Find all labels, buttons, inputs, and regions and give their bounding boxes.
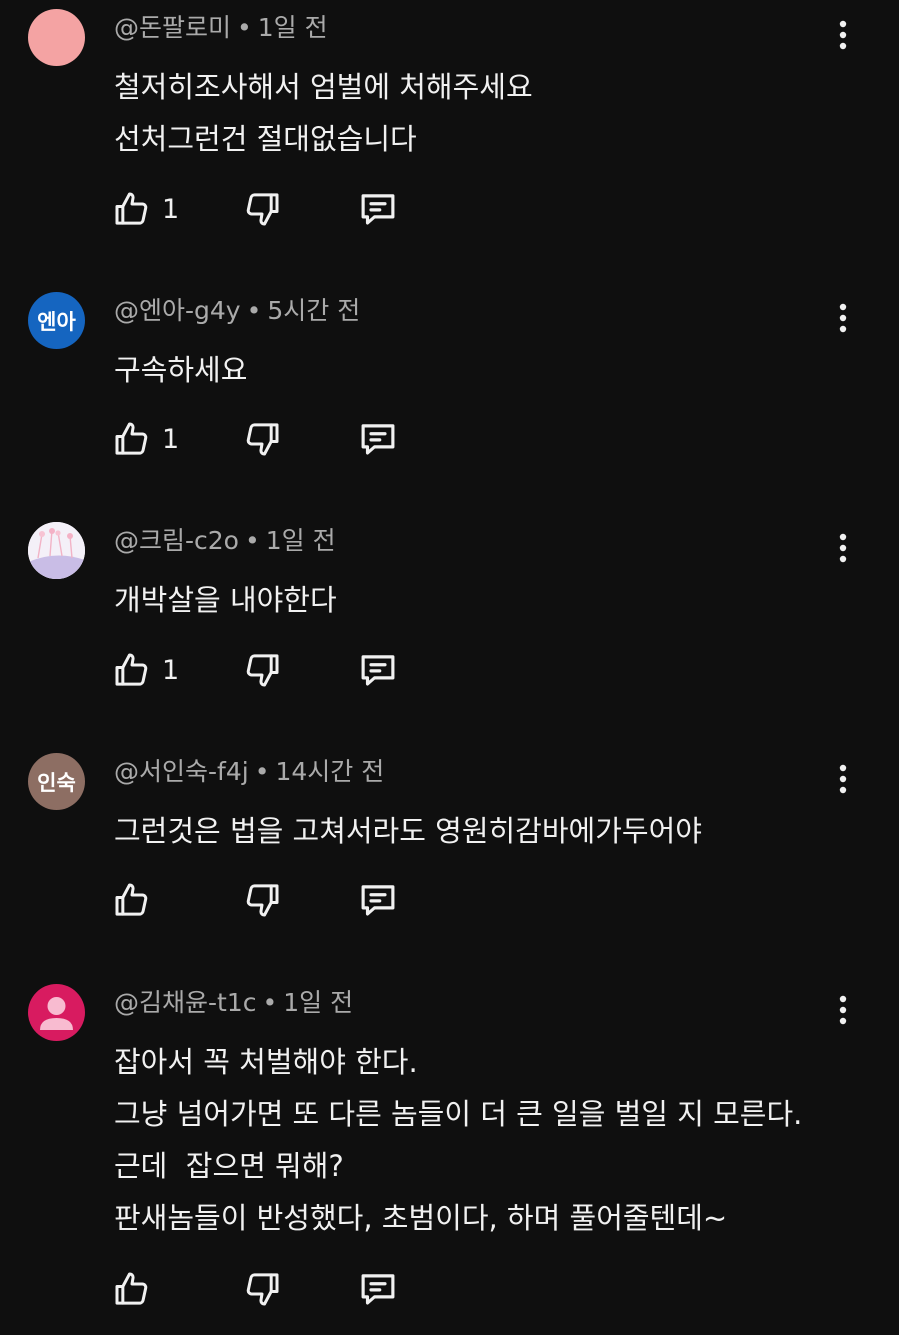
more-vertical-icon[interactable] [828, 13, 858, 57]
comment-line: 근데 잡으면 뭐해? [114, 1149, 344, 1183]
comment-line: 개박살을 내야한다 [114, 583, 337, 617]
comment-actions: 1 [112, 417, 432, 461]
meta-separator: • [237, 13, 252, 42]
thumbs-up-icon [112, 189, 152, 229]
meta-separator: • [244, 526, 260, 555]
like-count: 1 [162, 654, 180, 686]
comment-actions: 1 [112, 648, 432, 692]
like-count: 1 [162, 193, 180, 225]
dislike-button[interactable] [242, 1267, 282, 1311]
comment-author[interactable]: @서인숙-f4j [114, 757, 249, 786]
dislike-button[interactable] [242, 187, 282, 231]
comment-text: 철저히조사해서 엄벌에 처해주세요 선처그런건 절대없습니다 [114, 61, 533, 165]
more-vertical-icon[interactable] [828, 526, 858, 570]
comment-line: 그런것은 법을 고쳐서라도 영원히감바에가두어야 [114, 814, 702, 848]
reply-icon [357, 188, 399, 230]
reply-button[interactable] [357, 187, 399, 231]
comment-author[interactable]: @돈팔로미 [114, 13, 231, 42]
more-vertical-icon[interactable] [828, 988, 858, 1032]
comment-author[interactable]: @크림-c2o [114, 526, 239, 555]
reply-button[interactable] [357, 1267, 399, 1311]
comment-meta: @크림-c2o • 1일 전 [114, 524, 336, 558]
reply-icon [357, 879, 399, 921]
avatar[interactable] [28, 522, 85, 579]
avatar-initials: 인숙 [37, 770, 76, 795]
dislike-button[interactable] [242, 417, 282, 461]
meta-separator: • [262, 988, 278, 1017]
comment-meta: @돈팔로미 • 1일 전 [114, 11, 328, 45]
comment-line: 잡아서 꼭 처벌해야 한다. [114, 1045, 418, 1079]
reply-button[interactable] [357, 878, 399, 922]
comment-actions [112, 1267, 432, 1311]
comment-time[interactable]: 1일 전 [258, 13, 328, 42]
thumbs-up-icon [112, 880, 152, 920]
reply-icon [357, 649, 399, 691]
comment-meta: @서인숙-f4j • 14시간 전 [114, 755, 384, 789]
comment-line: 선처그런건 절대없습니다 [114, 122, 417, 156]
comment-text: 잡아서 꼭 처벌해야 한다. 그냥 넘어가면 또 다른 놈들이 더 큰 일을 벌… [114, 1036, 802, 1244]
comment-time[interactable]: 14시간 전 [275, 757, 384, 786]
like-button[interactable]: 1 [112, 648, 179, 692]
dislike-button[interactable] [242, 878, 282, 922]
comment-actions: 1 [112, 187, 432, 231]
thumbs-down-icon [242, 880, 282, 920]
thumbs-down-icon [242, 189, 282, 229]
thumbs-up-icon [112, 1269, 152, 1309]
comment-author[interactable]: @엔아-g4y [114, 296, 241, 325]
comment-text: 구속하세요 [114, 344, 247, 396]
thumbs-down-icon [242, 1269, 282, 1309]
more-vertical-icon[interactable] [828, 757, 858, 801]
comment-author[interactable]: @김채윤-t1c [114, 988, 256, 1017]
avatar[interactable] [28, 9, 85, 66]
comment-actions [112, 878, 432, 922]
like-button[interactable]: 1 [112, 417, 179, 461]
like-count: 1 [162, 423, 180, 455]
comment-time[interactable]: 1일 전 [283, 988, 353, 1017]
reply-button[interactable] [357, 417, 399, 461]
thumbs-up-icon [112, 419, 152, 459]
meta-separator: • [254, 757, 270, 786]
comment-meta: @엔아-g4y • 5시간 전 [114, 294, 360, 328]
avatar[interactable] [28, 984, 85, 1041]
comment-meta: @김채윤-t1c • 1일 전 [114, 986, 353, 1020]
avatar-image [28, 522, 85, 579]
like-button[interactable] [112, 1267, 162, 1311]
like-button[interactable]: 1 [112, 187, 179, 231]
like-button[interactable] [112, 878, 162, 922]
comment-line: 구속하세요 [114, 353, 248, 387]
comment-time[interactable]: 5시간 전 [267, 296, 360, 325]
thumbs-down-icon [242, 419, 282, 459]
more-vertical-icon[interactable] [828, 296, 858, 340]
reply-icon [357, 1268, 399, 1310]
avatar-initials: 엔아 [37, 309, 76, 334]
person-icon [40, 997, 73, 1030]
avatar[interactable]: 인숙 [28, 753, 85, 810]
comment-text: 그런것은 법을 고쳐서라도 영원히감바에가두어야 [114, 805, 702, 857]
reply-button[interactable] [357, 648, 399, 692]
avatar[interactable]: 엔아 [28, 292, 85, 349]
comment-time[interactable]: 1일 전 [266, 526, 336, 555]
comment-line: 철저히조사해서 엄벌에 처해주세요 [114, 70, 533, 104]
dislike-button[interactable] [242, 648, 282, 692]
comment-text: 개박살을 내야한다 [114, 574, 337, 626]
reply-icon [357, 418, 399, 460]
comment-line: 그냥 넘어가면 또 다른 놈들이 더 큰 일을 벌일 지 모른다. [114, 1097, 803, 1131]
thumbs-up-icon [112, 650, 152, 690]
meta-separator: • [246, 296, 262, 325]
thumbs-down-icon [242, 650, 282, 690]
comment-line: 판새놈들이 반성했다, 초범이다, 하며 풀어줄텐데~ [114, 1201, 728, 1235]
